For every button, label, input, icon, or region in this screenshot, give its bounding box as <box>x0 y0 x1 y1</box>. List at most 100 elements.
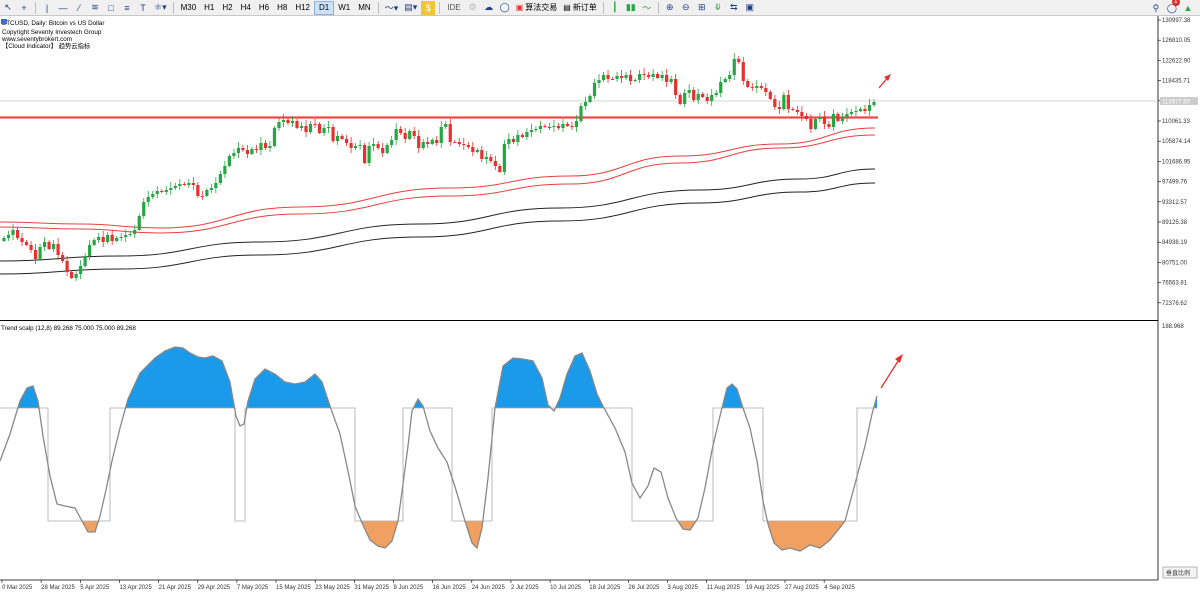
date-label: 24 Jun 2025 <box>472 585 506 591</box>
candle-chart-icon[interactable]: ▮▮ <box>624 1 638 15</box>
fibonacci-icon[interactable]: ≡ <box>120 1 134 15</box>
oscillator-max-label: 188.968 <box>1162 324 1184 330</box>
oscillator <box>0 346 878 552</box>
price-label: 126810.05 <box>1162 38 1191 44</box>
toolbar-right: ⚲ ◯ 1 ▲ <box>1148 0 1196 15</box>
date-label: 15 May 2025 <box>276 585 311 591</box>
dollar-icon[interactable]: $ <box>421 0 436 15</box>
chart-type-icon[interactable]: 〜▾ <box>383 1 401 15</box>
price-label: 110061.33 <box>1162 119 1191 125</box>
algo-trading-button[interactable]: ▣ 算法交易 <box>513 1 561 15</box>
date-label: 28 Mar 2025 <box>41 585 75 591</box>
timeframe-m30[interactable]: M30 <box>177 1 201 15</box>
ide-button[interactable]: IDE <box>443 3 464 12</box>
toolbar-separator <box>602 1 604 14</box>
timeframe-d1[interactable]: D1 <box>314 0 335 15</box>
candle <box>363 143 367 164</box>
timeframe-h1[interactable]: H1 <box>200 1 218 15</box>
crosshair-icon[interactable]: + <box>17 1 31 15</box>
cloud-icon[interactable]: ☁ <box>482 1 496 15</box>
website-text: www.seventybrokert.com <box>1 36 72 43</box>
date-label: 23 May 2025 <box>315 585 350 591</box>
date-label: 10 Jul 2025 <box>550 585 582 591</box>
date-label: 11 Aug 2025 <box>707 585 741 591</box>
toolbar-separator <box>172 1 174 14</box>
date-label: 29 Apr 2025 <box>198 585 231 591</box>
vertical-scale-label: 垂直比例 <box>1166 569 1190 577</box>
zoom-in-icon[interactable]: ⊕ <box>663 1 677 15</box>
date-label: 31 May 2025 <box>354 585 389 591</box>
toolbar-separator <box>657 1 659 14</box>
price-label: 76563.81 <box>1162 281 1188 287</box>
template-icon[interactable]: ▤▾ <box>402 1 419 15</box>
price-axis: 130997.38126810.05122622.90118435.711142… <box>1158 18 1191 307</box>
candle <box>137 214 141 231</box>
zoom-out-icon[interactable]: ⊖ <box>679 1 693 15</box>
cursor-icon[interactable]: ↖ <box>1 1 15 15</box>
date-label: 8 Jun 2025 <box>394 585 424 591</box>
vertical-line-icon[interactable]: | <box>40 1 54 15</box>
price-label: 105874.14 <box>1162 139 1191 145</box>
text-tool-icon[interactable]: T <box>136 1 150 15</box>
timeframe-mn[interactable]: MN <box>354 1 374 15</box>
time-axis: 0 Mar 2025 28 Mar 2025 5 Apr 2025 13 Apr 20… <box>1 580 856 591</box>
search-icon[interactable]: ⚲ <box>1149 1 1163 15</box>
notification-badge: 1 <box>1171 0 1180 6</box>
copyright-text: Copyright Seventy Investech Group <box>2 29 102 36</box>
trendline-icon[interactable]: ∕ <box>72 1 86 15</box>
price-label: 101686.95 <box>1162 159 1191 165</box>
date-label: 3 Aug 2025 <box>668 585 699 591</box>
date-label: 21 Apr 2025 <box>159 585 192 591</box>
objects-menu-icon[interactable]: ⚛▾ <box>152 1 169 15</box>
auto-scroll-icon[interactable]: ⤋ <box>711 1 725 15</box>
date-label: 5 Apr 2025 <box>80 585 110 591</box>
date-label: 4 Sep 2025 <box>824 585 855 591</box>
tile-windows-icon[interactable]: ⊞ <box>695 1 709 15</box>
notifications-button[interactable]: ◯ 1 <box>1165 0 1180 15</box>
horizontal-line-icon[interactable]: — <box>56 1 70 15</box>
timeframe-h2[interactable]: H2 <box>218 1 236 15</box>
screenshot-icon[interactable]: ▣ <box>743 1 757 15</box>
line-chart-icon[interactable]: 〜 <box>640 1 654 15</box>
indicator-name: 【Cloud Indicator】 趋势云指标 <box>2 41 91 50</box>
price-label: 93312.57 <box>1162 200 1188 206</box>
chart-area[interactable]: BTCUSD, Daily: Bitcoin vs US Dollar Copy… <box>0 16 1200 594</box>
price-label: 80751.00 <box>1162 260 1188 266</box>
date-label: 0 Mar 2025 <box>2 585 33 591</box>
symbol-title: BTCUSD, Daily: Bitcoin vs US Dollar <box>2 20 105 27</box>
toolbar-separator <box>439 1 441 14</box>
shapes-icon[interactable]: □ <box>104 1 118 15</box>
date-label: 2 Jul 2025 <box>511 585 539 591</box>
new-order-label: 新订单 <box>572 3 597 12</box>
date-label: 26 Jul 2025 <box>628 585 660 591</box>
timeframe-h4[interactable]: H4 <box>237 1 255 15</box>
script-icon[interactable]: ⚙ <box>466 1 480 15</box>
bar-chart-icon[interactable]: ┃ <box>608 1 622 15</box>
date-label: 16 Jun 2025 <box>433 585 467 591</box>
timeframe-h12[interactable]: H12 <box>291 1 314 15</box>
current-price-label: 113977.50 <box>1162 100 1191 106</box>
new-order-button[interactable]: ▤ 新订单 <box>560 1 600 15</box>
price-label: 84938.19 <box>1162 240 1188 246</box>
algo-trading-icon: ▣ <box>515 3 524 12</box>
timeframe-h8[interactable]: H8 <box>273 1 291 15</box>
candle <box>502 140 506 175</box>
oscillator-signal-line <box>0 407 877 522</box>
toolbar: ↖ + | — ∕ ≋ □ ≡ T ⚛▾ M30 H1 H2 H4 H6 H8 … <box>0 0 1200 16</box>
timeframe-h6[interactable]: H6 <box>255 1 273 15</box>
market-icon[interactable]: ◯ <box>498 1 512 15</box>
oscillator-trend-arrow <box>880 354 903 389</box>
date-label: 19 Aug 2025 <box>746 585 780 591</box>
price-label: 130997.38 <box>1162 18 1191 24</box>
candle <box>272 126 277 147</box>
chart-shift-icon[interactable]: ⇆ <box>727 1 741 15</box>
candle <box>579 103 583 123</box>
timeframe-w1[interactable]: W1 <box>334 1 354 15</box>
toolbar-separator <box>377 1 379 14</box>
price-label: 89125.38 <box>1162 220 1188 226</box>
date-label: 18 Jul 2025 <box>589 585 621 591</box>
algo-trading-label: 算法交易 <box>525 3 558 12</box>
channel-icon[interactable]: ≋ <box>88 1 102 15</box>
signal-icon[interactable]: ▲ <box>1181 1 1195 15</box>
oscillator-line <box>0 346 878 552</box>
